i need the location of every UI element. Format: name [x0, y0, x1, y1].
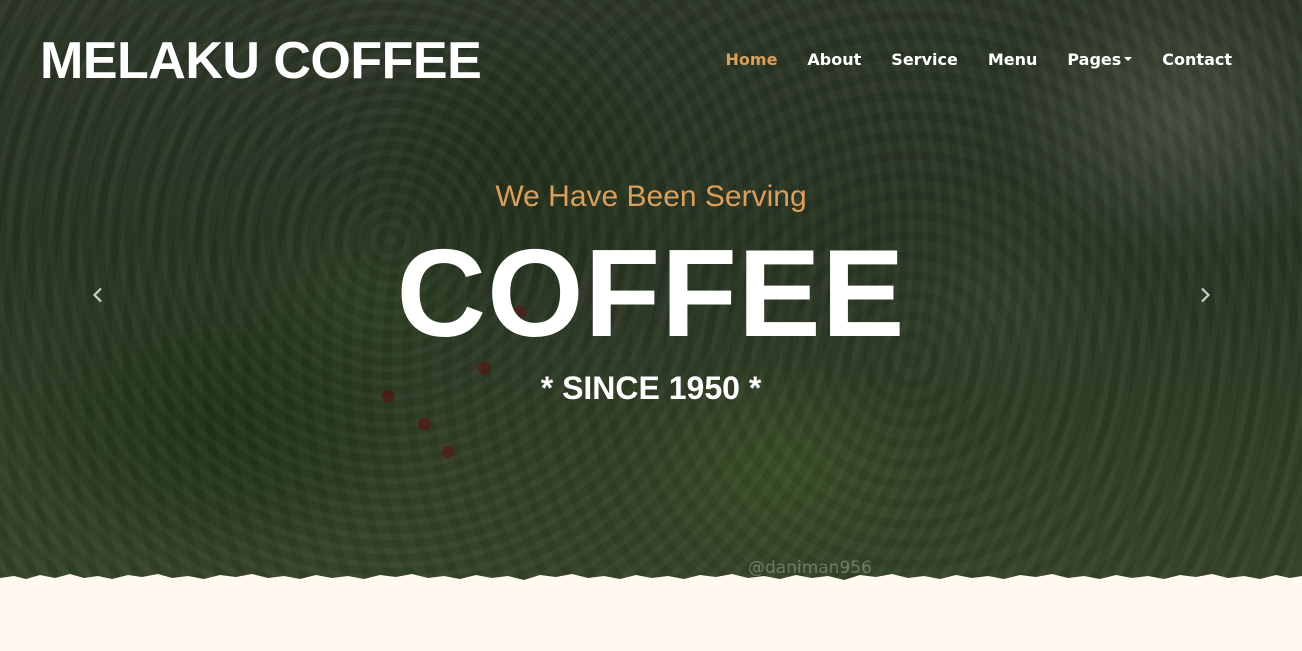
brand-logo[interactable]: MELAKU COFFEE: [40, 30, 482, 92]
nav-item-about[interactable]: About: [792, 49, 876, 71]
carousel-subtitle: We Have Been Serving: [495, 180, 807, 213]
nav-item-pages-label: Pages: [1067, 50, 1122, 69]
hero-carousel: MELAKU COFFEE Home About Service Menu Pa…: [0, 0, 1302, 600]
nav-item-service[interactable]: Service: [876, 49, 973, 71]
nav-item-menu[interactable]: Menu: [973, 49, 1053, 71]
page-content-area: [0, 600, 1302, 651]
nav-item-pages[interactable]: Pages: [1052, 49, 1147, 71]
caret-down-icon: [1124, 56, 1133, 61]
nav-item-contact[interactable]: Contact: [1147, 49, 1247, 71]
carousel-prev-button[interactable]: [86, 283, 110, 307]
carousel-tagline: * SINCE 1950 *: [540, 370, 762, 406]
nav-item-home[interactable]: Home: [711, 49, 793, 71]
carousel-headline: COFFEE: [396, 225, 906, 363]
chevron-right-icon: [1201, 287, 1211, 303]
chevron-left-icon: [92, 287, 102, 303]
carousel-next-button[interactable]: [1193, 283, 1217, 307]
main-nav: Home About Service Menu Pages Contact: [711, 49, 1247, 71]
